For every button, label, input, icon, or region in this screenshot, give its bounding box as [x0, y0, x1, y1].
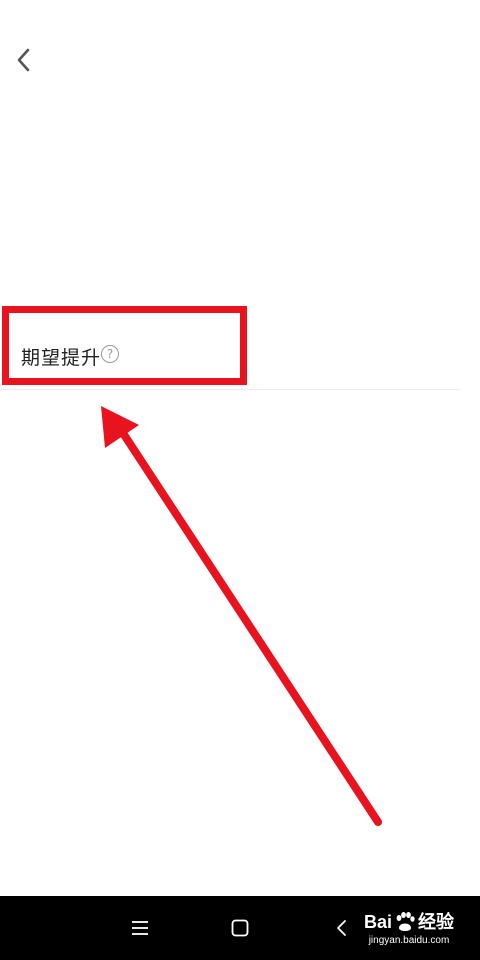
nav-home-button[interactable]	[210, 896, 270, 960]
watermark-brand-right: 经验	[418, 912, 454, 932]
menu-lines-icon	[132, 921, 148, 935]
baidu-jingyan-watermark: Bai 经验 jingyan.baidu.com	[364, 912, 454, 946]
square-home-icon	[231, 919, 249, 937]
watermark-brand: Bai 经验	[364, 912, 454, 932]
question-circle-icon[interactable]: ?	[101, 345, 119, 363]
annotation-arrow	[101, 406, 382, 826]
chevron-left-icon	[17, 48, 30, 72]
watermark-url: jingyan.baidu.com	[368, 935, 450, 946]
app-screen: 期望提升 ? Bai 经验 jingyan.baidu.com	[0, 0, 480, 960]
triangle-back-icon	[337, 920, 346, 936]
system-nav-bar: Bai 经验 jingyan.baidu.com	[0, 896, 480, 960]
back-button[interactable]	[8, 40, 40, 80]
expected-improvement-row[interactable]: 期望提升 ?	[0, 325, 460, 390]
nav-menu-button[interactable]	[110, 896, 170, 960]
row-label: 期望提升	[21, 347, 102, 369]
baidu-paw-icon	[396, 912, 415, 931]
nav-back-button[interactable]	[312, 896, 372, 960]
help-glyph: ?	[106, 347, 114, 361]
